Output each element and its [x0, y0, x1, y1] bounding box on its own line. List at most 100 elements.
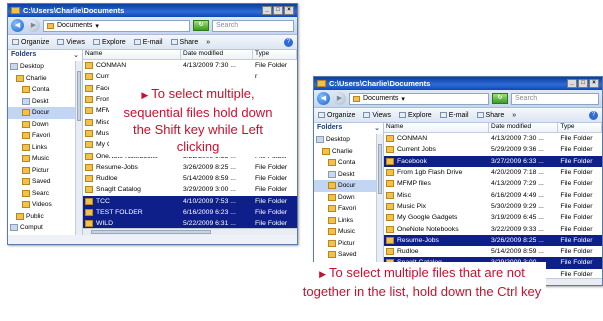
address-bar[interactable]: Documents ▾	[349, 92, 489, 105]
nav-item[interactable]: Deskt	[314, 169, 383, 181]
file-row[interactable]: TCC 4/10/2009 7:53 ... File Folder	[83, 195, 297, 207]
back-button[interactable]: ◀	[11, 19, 24, 32]
nav-item[interactable]: Music	[8, 153, 82, 165]
chevron-down-icon[interactable]: ▾	[401, 95, 405, 103]
nav-item[interactable]: Searc	[8, 188, 82, 200]
file-row[interactable]: Resume-Jobs 3/26/2009 8:25 ... File Folder	[384, 234, 602, 246]
chevron-down-icon[interactable]: ▾	[95, 22, 99, 30]
nav-item[interactable]: Conta	[8, 84, 82, 96]
vertical-scrollbar[interactable]	[75, 61, 82, 235]
file-row[interactable]: Facebook 3/27/2009 6:33 ... File Folder	[384, 155, 602, 167]
help-icon[interactable]: ?	[284, 37, 293, 47]
column-date-modified[interactable]: Date modified	[181, 50, 253, 59]
file-row[interactable]: My Google Gadgets 3/19/2009 6:45 ... File …	[384, 212, 602, 223]
views-button[interactable]: Views	[57, 39, 85, 46]
nav-item[interactable]: Down	[8, 119, 82, 131]
nav-item[interactable]: Links	[8, 142, 82, 154]
file-row[interactable]: CONMAN 4/13/2009 7:30 ... File Folder	[83, 60, 297, 71]
nav-item[interactable]: Saved	[314, 249, 383, 261]
maximize-button[interactable]: □	[578, 79, 588, 88]
nav-item[interactable]: Charlie	[314, 146, 383, 158]
share-button[interactable]: Share	[170, 39, 198, 46]
organize-button[interactable]: Organize	[12, 39, 49, 46]
file-type: File Folder	[560, 270, 593, 278]
file-row[interactable]: From 1gb Flash Drive 4/20/2009 7:18 ... Fi…	[384, 167, 602, 178]
refresh-button[interactable]: ↻	[492, 93, 508, 104]
address-bar[interactable]: Documents ▾	[43, 19, 190, 32]
nav-item[interactable]: Down	[314, 192, 383, 204]
nav-item[interactable]: Saved	[8, 176, 82, 188]
nav-item[interactable]: Favori	[314, 203, 383, 215]
nav-item[interactable]: Docur	[8, 107, 82, 119]
nav-item[interactable]: Desktop	[314, 134, 383, 146]
explore-button[interactable]: Explore	[92, 39, 126, 46]
nav-item[interactable]: Music	[314, 226, 383, 238]
scrollbar-thumb[interactable]	[91, 230, 211, 234]
explore-button[interactable]: Explore	[398, 112, 432, 119]
chevron-down-icon[interactable]: ⌄	[73, 51, 79, 60]
minimize-button[interactable]: _	[262, 6, 272, 15]
file-name: TCC	[96, 197, 110, 205]
nav-item[interactable]: Videos	[8, 199, 82, 211]
chevron-down-icon[interactable]: ⌄	[374, 124, 380, 133]
share-button[interactable]: Share	[476, 112, 504, 119]
nav-item[interactable]: Pictur	[8, 165, 82, 177]
file-row[interactable]: Music Pix 5/30/2009 9:29 ... File Folder	[384, 201, 602, 212]
nav-item[interactable]: Desktop	[8, 61, 82, 73]
navigation-bar: ◀ ▶ Documents ▾ ↻ Search	[314, 90, 602, 108]
views-button[interactable]: Views	[363, 112, 391, 119]
column-name[interactable]: Name	[83, 50, 181, 59]
help-icon[interactable]: ?	[589, 110, 598, 120]
shift-callout: ▶ To select multiple, sequential files ho…	[109, 83, 287, 157]
forward-button[interactable]: ▶	[27, 19, 40, 32]
file-row[interactable]: MFMP files 4/13/2009 7:29 ... File Folder	[384, 178, 602, 189]
search-input[interactable]: Search	[511, 92, 599, 105]
folders-header[interactable]: Folders ⌄	[8, 50, 82, 61]
nav-item[interactable]: Favori	[8, 130, 82, 142]
more-button[interactable]: »	[512, 112, 516, 119]
nav-item[interactable]: Public	[8, 211, 82, 223]
back-button[interactable]: ◀	[317, 92, 330, 105]
file-row[interactable]: Resume-Jobs 3/26/2009 8:25 ... File Folder	[83, 162, 297, 173]
maximize-button[interactable]: □	[273, 6, 283, 15]
column-type[interactable]: Type	[558, 123, 602, 132]
nav-item[interactable]: Docur	[314, 180, 383, 192]
minimize-button[interactable]: _	[567, 79, 577, 88]
file-row[interactable]: CONMAN 4/13/2009 7:30 ... File Folder	[384, 133, 602, 144]
more-button[interactable]: »	[206, 39, 210, 46]
file-row[interactable]: Rudloe 5/14/2009 8:59 ... File Folder	[83, 173, 297, 184]
close-button[interactable]: ×	[284, 6, 294, 15]
file-row[interactable]: Rudloe 5/14/2009 8:59 ... File Folder	[384, 246, 602, 257]
nav-item[interactable]: Comput	[8, 222, 82, 234]
nav-item[interactable]: Charlie	[8, 73, 82, 85]
scrollbar-thumb[interactable]	[77, 71, 81, 121]
organize-button[interactable]: Organize	[318, 112, 355, 119]
folder-icon	[386, 214, 394, 222]
nav-item[interactable]: Links	[314, 215, 383, 227]
file-row[interactable]: Current Jobs 5/29/2009 9:36 ... File Folde…	[384, 144, 602, 155]
file-date: 5/14/2009 8:59 ...	[183, 175, 236, 183]
column-name[interactable]: Name	[384, 123, 490, 132]
file-row[interactable]: OneNote Notebooks 3/22/2009 9:33 ... File …	[384, 223, 602, 234]
forward-button[interactable]: ▶	[333, 92, 346, 105]
nav-item[interactable]: Deskt	[8, 96, 82, 108]
file-date: 4/13/2009 7:30 ...	[183, 62, 236, 70]
nav-item[interactable]: Conta	[314, 157, 383, 169]
file-row[interactable]: SnagIt Catalog 3/29/2009 3:00 ... File Fol…	[83, 184, 297, 195]
horizontal-scrollbar[interactable]	[83, 228, 297, 235]
search-input[interactable]: Search	[212, 19, 294, 32]
close-button[interactable]: ×	[589, 79, 599, 88]
file-row[interactable]: TEST FOLDER 6/16/2009 6:23 ... File Folder	[83, 206, 297, 219]
folders-header[interactable]: Folders ⌄	[314, 123, 383, 134]
column-type[interactable]: Type	[253, 50, 297, 59]
refresh-button[interactable]: ↻	[193, 20, 209, 31]
file-row[interactable]: Misc 6/16/2009 4:49 ... File Folder	[384, 189, 602, 200]
column-date-modified[interactable]: Date modified	[489, 123, 559, 132]
file-name: Rudloe	[96, 175, 118, 183]
email-button[interactable]: E-mail	[439, 112, 469, 119]
nav-item[interactable]: Pictur	[314, 238, 383, 250]
email-button[interactable]: E-mail	[133, 39, 163, 46]
file-row[interactable]: Curr r	[83, 71, 297, 82]
scrollbar-thumb[interactable]	[378, 144, 382, 194]
file-date: 3/19/2009 6:45 ...	[491, 214, 544, 222]
